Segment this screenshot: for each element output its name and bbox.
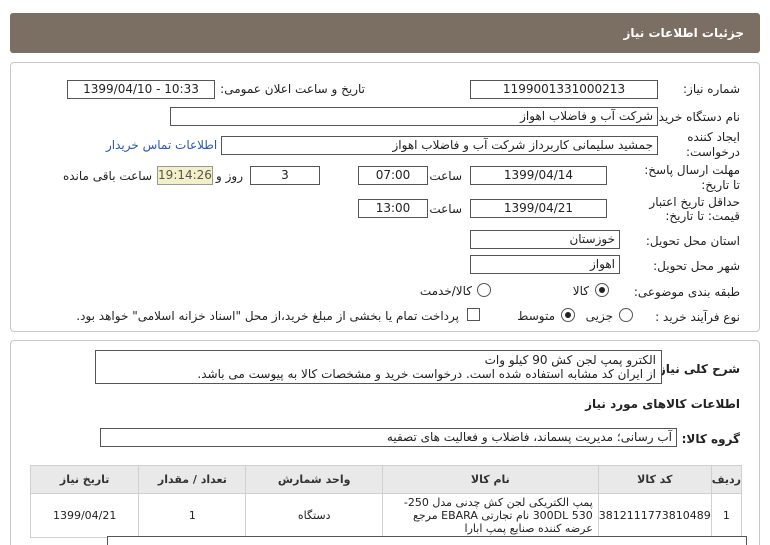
col-qty: تعداد / مقدار (138, 465, 247, 494)
validity-time-label: ساعت (429, 202, 462, 216)
buyer-field[interactable]: شرکت آب و فاضلاب اهواز (170, 107, 658, 126)
col-code: کد کالا (597, 465, 712, 494)
process-minor-label: جزیی (585, 309, 613, 323)
summary-line-1: الکترو پمپ لجن کش 90 کیلو وات (484, 353, 656, 367)
days-remaining-field[interactable]: 3 (250, 166, 320, 185)
announce-datetime-field[interactable]: 1399/04/10 - 10:33 (67, 80, 215, 99)
creator-label-line2: درخواست: (686, 145, 740, 159)
creator-field[interactable]: جمشید سلیمانی کاربرداز شرکت آب و فاضلاب … (221, 136, 658, 155)
category-goods-service-radio[interactable] (477, 283, 491, 297)
cell-row: 1 (710, 493, 743, 538)
announce-label: تاریخ و ساعت اعلان عمومی: (220, 82, 365, 96)
goods-group-field[interactable]: آب رسانی؛ مدیریت پسماند، فاضلاب و فعالیت… (100, 428, 677, 447)
notes-box (107, 536, 747, 545)
col-unit: واحد شمارش (245, 465, 383, 494)
city-label: شهر محل تحویل: (653, 259, 740, 273)
process-type-label: نوع فرآیند خرید : (655, 310, 740, 324)
need-number-field[interactable]: 1199001331000213 (470, 80, 658, 99)
summary-label: شرح کلی نیاز: (654, 362, 740, 376)
goods-group-label: گروه کالا: (681, 432, 740, 446)
process-medium-radio[interactable] (561, 308, 575, 322)
category-label: طبقه بندی موضوعی: (633, 285, 740, 299)
col-date: تاریخ نیاز (29, 465, 140, 494)
process-minor-radio[interactable] (619, 308, 633, 322)
send-time-label: ساعت (429, 169, 462, 183)
validity-label-line1: حداقل تاریخ اعتبار (649, 195, 740, 209)
summary-line-2: از ایران کد مشابه استفاده شده است. درخوا… (197, 367, 656, 381)
send-deadline-label-line2: تا تاریخ: (701, 178, 740, 192)
province-field[interactable]: خوزستان (470, 230, 620, 249)
col-name: نام کالا (381, 465, 599, 494)
creator-label-line1: ایجاد کننده (687, 130, 740, 144)
validity-date-field[interactable]: 1399/04/21 (470, 199, 607, 218)
goods-table: ردیف کد کالا نام کالا واحد شمارش تعداد /… (29, 465, 743, 538)
treasury-payment-checkbox[interactable] (467, 308, 480, 321)
summary-description: الکترو پمپ لجن کش 90 کیلو وات از ایران ک… (95, 350, 662, 384)
page-header: جزئیات اطلاعات نیاز (10, 13, 760, 53)
cell-name: پمپ الکتریکی لجن کش چدنی مدل 250-530 300… (381, 493, 599, 538)
need-number-label: شماره نیاز: (683, 82, 740, 96)
buyer-label: نام دستگاه خریدار: (645, 110, 741, 124)
goods-table-header: ردیف کد کالا نام کالا واحد شمارش تعداد /… (29, 465, 743, 494)
buyer-contact-link[interactable]: اطلاعات تماس خریدار (106, 138, 217, 152)
category-goods-service-label: کالا/خدمت (419, 284, 472, 298)
cell-qty: 1 (138, 493, 247, 538)
send-date-field[interactable]: 1399/04/14 (470, 166, 607, 185)
treasury-payment-note: پرداخت تمام یا بخشی از مبلغ خرید،از محل … (76, 309, 459, 323)
city-field[interactable]: اهواز (470, 255, 620, 274)
cell-code: 3812111773810489 (597, 493, 712, 538)
category-goods-label: کالا (572, 284, 589, 298)
cell-date: 1399/04/21 (29, 493, 140, 538)
process-medium-label: متوسط (517, 309, 555, 323)
category-goods-radio[interactable] (595, 283, 609, 297)
days-label: روز و (216, 169, 243, 183)
send-deadline-label-line1: مهلت ارسال پاسخ: (644, 163, 740, 177)
validity-label-line2: قیمت: تا تاریخ: (665, 209, 740, 223)
table-row[interactable]: 1 3812111773810489 پمپ الکتریکی لجن کش چ… (29, 493, 743, 538)
remaining-time-label: ساعت باقی مانده (62, 169, 152, 183)
cell-unit: دستگاه (245, 493, 383, 538)
remaining-time-field: 19:14:26 (157, 166, 213, 185)
page-title: جزئیات اطلاعات نیاز (623, 26, 744, 40)
col-row: ردیف (710, 465, 743, 494)
send-time-field[interactable]: 07:00 (358, 166, 428, 185)
province-label: استان محل تحویل: (645, 234, 740, 248)
goods-section-title: اطلاعات کالاهای مورد نیاز (585, 397, 740, 411)
validity-time-field[interactable]: 13:00 (358, 199, 428, 218)
